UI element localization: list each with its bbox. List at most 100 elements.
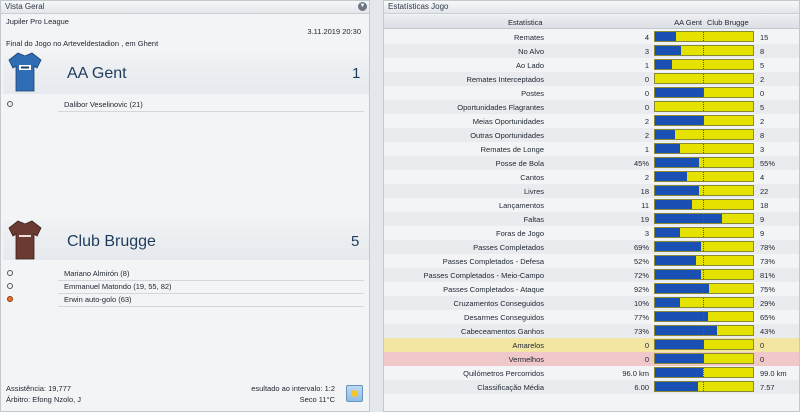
home-share-fill — [655, 242, 702, 251]
away-team-band — [3, 220, 369, 260]
bar-midline — [703, 382, 704, 391]
collapse-panel-icon[interactable]: ▼ — [358, 2, 367, 11]
weather-text: Seco 11°C — [299, 395, 335, 404]
bar-midline — [703, 340, 704, 349]
stats-panel-header: Estatísticas Jogo — [384, 1, 799, 14]
own-goal-ball-icon — [7, 296, 13, 302]
scorer-name[interactable]: Emmanuel Matondo (19, 55, 82) — [64, 281, 172, 292]
scorer-divider — [58, 111, 364, 112]
stat-row: No Alvo 3 8 — [384, 44, 799, 58]
stat-label: Remates — [513, 33, 544, 42]
away-stat-value: 9 — [760, 215, 765, 224]
home-share-fill — [655, 130, 675, 139]
home-stat-value: 2 — [644, 131, 649, 140]
match-stats-panel: Estatísticas Jogo Estatística AA Gent Cl… — [383, 0, 800, 412]
away-stat-value: 2 — [760, 75, 765, 84]
home-share-fill — [655, 88, 704, 97]
stat-row: Quilómetros Percorridos 96.0 km 99.0 km — [384, 366, 799, 380]
home-stat-value: 69% — [633, 243, 649, 252]
away-stat-value: 7.57 — [760, 383, 775, 392]
away-stat-value: 18 — [760, 201, 769, 210]
away-column-header[interactable]: Club Brugge — [707, 18, 749, 27]
stat-comparison-bar — [654, 157, 754, 168]
stat-comparison-bar — [654, 171, 754, 182]
away-stat-value: 29% — [760, 299, 776, 308]
home-team-name[interactable]: AA Gent — [67, 65, 127, 83]
home-team-band — [3, 54, 369, 94]
stat-row: Passes Completados 69% 78% — [384, 240, 799, 254]
home-stat-value: 45% — [633, 159, 649, 168]
stat-label: Passes Completados - Defesa — [442, 257, 544, 266]
home-stat-value: 0 — [644, 341, 649, 350]
halftime-score-text: esultado ao intervalo: 1:2 — [251, 384, 335, 393]
scorer-name[interactable]: Dalibor Veselinovic (21) — [64, 99, 143, 110]
stats-table-header: Estatística AA Gent Club Brugge — [384, 15, 799, 29]
away-stat-value: 81% — [760, 271, 776, 280]
stat-comparison-bar — [654, 143, 754, 154]
stat-row: Remates 4 15 — [384, 30, 799, 44]
home-share-fill — [655, 144, 680, 153]
stat-label: Oportunidades Flagrantes — [457, 103, 544, 112]
stat-row: Livres 18 22 — [384, 184, 799, 198]
stat-comparison-bar — [654, 185, 754, 196]
away-stat-value: 22 — [760, 187, 769, 196]
home-scorer-row: Dalibor Veselinovic (21) — [3, 99, 363, 110]
bar-midline — [703, 326, 704, 335]
home-stat-value: 10% — [633, 299, 649, 308]
bar-midline — [703, 102, 704, 111]
away-stat-value: 73% — [760, 257, 776, 266]
bar-midline — [703, 60, 704, 69]
stat-label: Cruzamentos Conseguidos — [453, 299, 544, 308]
stat-row: Posse de Bola 45% 55% — [384, 156, 799, 170]
bar-midline — [703, 228, 704, 237]
home-stat-value: 3 — [644, 229, 649, 238]
stat-label: Ao Lado — [516, 61, 544, 70]
goal-ball-icon — [7, 101, 13, 107]
goal-ball-icon — [7, 270, 13, 276]
bar-midline — [703, 284, 704, 293]
away-stat-value: 65% — [760, 313, 776, 322]
stat-label: Postes — [521, 89, 544, 98]
home-share-fill — [655, 270, 702, 279]
stat-comparison-bar — [654, 325, 754, 336]
home-share-fill — [655, 298, 681, 307]
stat-comparison-bar — [654, 297, 754, 308]
stat-comparison-bar — [654, 87, 754, 98]
sunny-weather-icon — [346, 385, 363, 402]
home-stat-value: 11 — [641, 201, 649, 210]
stat-row: Cantos 2 4 — [384, 170, 799, 184]
bar-midline — [703, 200, 704, 209]
stat-comparison-bar — [654, 339, 754, 350]
stat-label: No Alvo — [518, 47, 544, 56]
stat-label: Classificação Média — [477, 383, 544, 392]
scorer-name[interactable]: Erwin auto-golo (63) — [64, 294, 132, 305]
stat-column-header[interactable]: Estatística — [508, 18, 543, 27]
home-share-fill — [655, 326, 717, 335]
stat-label: Remates de Longe — [480, 145, 544, 154]
stat-comparison-bar — [654, 45, 754, 56]
bar-midline — [703, 172, 704, 181]
away-scorer-row: Erwin auto-golo (63) — [3, 294, 363, 305]
scorer-divider — [58, 306, 364, 307]
away-scorer-row: Mariano Almirón (8) — [3, 268, 363, 279]
referee-text: Árbitro: Efong Nzolo, J — [6, 395, 82, 404]
home-stat-value: 6.00 — [634, 383, 649, 392]
stat-row: Lançamentos 11 18 — [384, 198, 799, 212]
stat-row: Oportunidades Flagrantes 0 5 — [384, 100, 799, 114]
stat-row: Postes 0 0 — [384, 86, 799, 100]
bar-midline — [703, 298, 704, 307]
competition-name: Jupiler Pro League — [6, 17, 69, 26]
stat-label: Faltas — [523, 215, 544, 224]
stat-comparison-bar — [654, 241, 754, 252]
home-column-header[interactable]: AA Gent — [674, 18, 702, 27]
stat-row: Desarmes Conseguidos 77% 65% — [384, 310, 799, 324]
scorer-name[interactable]: Mariano Almirón (8) — [64, 268, 129, 279]
home-stat-value: 0 — [644, 355, 649, 364]
away-team-name[interactable]: Club Brugge — [67, 233, 156, 251]
bar-midline — [703, 158, 704, 167]
home-share-fill — [655, 368, 704, 377]
away-stat-value: 55% — [760, 159, 776, 168]
stat-row: Foras de Jogo 3 9 — [384, 226, 799, 240]
home-stat-value: 92% — [633, 285, 649, 294]
stat-comparison-bar — [654, 381, 754, 392]
